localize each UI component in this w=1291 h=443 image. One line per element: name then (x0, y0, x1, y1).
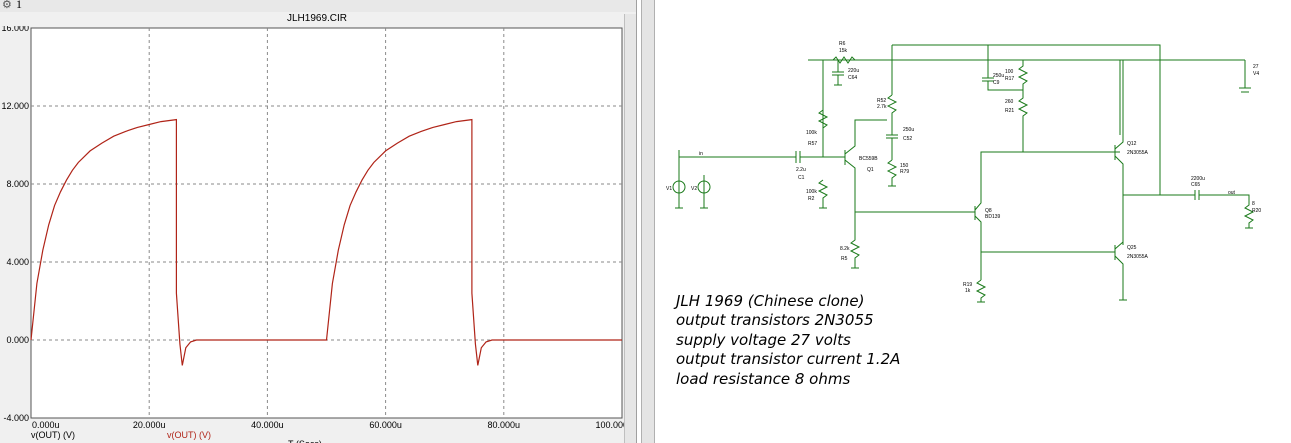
label-r6-value: 15k (839, 48, 848, 54)
label-c9-ref: C9 (993, 80, 1000, 86)
q25 (1114, 195, 1127, 301)
label-r57-value: 100k (806, 130, 817, 136)
label-r52-value: 2.7k (877, 104, 887, 110)
plot-title-bar: JLH1969.CIR (0, 12, 634, 26)
x-axis-label: T (Secs) (288, 439, 322, 443)
x-tick-label: 0.000u (32, 420, 60, 430)
y-tick-label: 0.000 (6, 335, 29, 345)
note-line: load resistance 8 ohms (676, 369, 851, 388)
note-line: output transistors 2N3055 (676, 311, 874, 330)
x-tick-label: 100.000u (595, 420, 624, 430)
transient-plot[interactable]: 16.000 12.000 8.000 4.000 0.000 -4.000 0.000u… (0, 26, 624, 443)
pane-divider[interactable] (641, 0, 655, 443)
window-titlebar: ⚙ 1 (0, 0, 636, 12)
label-c1-value: 2.2u (796, 167, 806, 173)
r5 (849, 211, 975, 269)
label-r21-value: 260 (1005, 99, 1014, 105)
label-v4-value: 27 (1253, 64, 1259, 70)
r52-c52 (886, 45, 898, 187)
label-c52-ref: C52 (903, 136, 912, 142)
label-q25-ref: Q25 (1127, 245, 1137, 251)
label-r2-value: 100k (806, 189, 817, 195)
node-label-out: out (1228, 190, 1236, 196)
label-c64-value: 220u (848, 68, 859, 74)
label-c65-ref: C65 (1191, 182, 1200, 188)
label-c1-ref: C1 (798, 175, 805, 181)
node-label-in: in (699, 151, 703, 157)
x-tick-label: 80.000u (488, 420, 521, 430)
plot-window: ⚙ 1 JLH1969.CIR 16.000 12.000 8.000 4.000 0.… (0, 0, 637, 443)
r19 (975, 251, 1115, 303)
label-q25-value: 2N3055A (1127, 254, 1149, 260)
circuit-notes: JLH 1969 (Chinese clone) output transisto… (676, 292, 900, 389)
circuit-schematic: R615k220uC64100kR57100kR28.2kR52.2uC1BC5… (666, 41, 1261, 303)
x-tick-label: 20.000u (133, 420, 166, 430)
window-number: 1 (16, 0, 22, 11)
y-tick-label: -4.000 (3, 413, 29, 423)
label-r17-value: 100 (1005, 69, 1014, 75)
label-q8-value: BD139 (985, 214, 1001, 220)
q1 (844, 119, 887, 212)
label-q1-value: BC559B (859, 156, 878, 162)
supply-v4 (1239, 60, 1251, 93)
label-r2-ref: R2 (808, 196, 815, 202)
label-c52-value: 250u (903, 127, 914, 133)
note-line: JLH 1969 (Chinese clone) (676, 292, 865, 310)
y-tick-label: 8.000 (6, 179, 29, 189)
note-line: supply voltage 27 volts (676, 330, 851, 349)
plot-area (30, 27, 623, 419)
label-r20-value: 8 (1252, 201, 1255, 207)
label-c64-ref: C64 (848, 75, 857, 81)
y-tick-label: 12.000 (1, 101, 29, 111)
label-r5-value: 8.2k (840, 246, 850, 252)
trace-label-center: v(OUT) (V) (167, 430, 211, 440)
label-r17-ref: R17 (1005, 76, 1014, 82)
label-q12-ref: Q12 (1127, 141, 1137, 147)
label-q12-value: 2N3055A (1127, 150, 1149, 156)
y-tick-label: 16.000 (1, 26, 29, 33)
label-c9-value: 250u (993, 73, 1004, 79)
label-r20-ref: R20 (1252, 208, 1261, 214)
y-tick-label: 4.000 (6, 257, 29, 267)
sources (675, 157, 708, 209)
label-r5-ref: R5 (841, 256, 848, 262)
trace-label-left: v(OUT) (V) (31, 430, 75, 440)
input-wire (678, 150, 845, 163)
label-r19-value: 1k (965, 288, 971, 294)
label-r79-ref: R79 (900, 169, 909, 175)
note-line: output transistor current 1.2A (676, 350, 901, 369)
bias-chain (817, 60, 829, 209)
label-r6-ref: R6 (839, 41, 846, 47)
label-q1-ref: Q1 (867, 167, 874, 173)
label-r57-ref: R57 (808, 141, 817, 147)
label-r21-ref: R21 (1005, 108, 1014, 114)
x-tick-label: 60.000u (369, 420, 402, 430)
c64-wire (832, 60, 844, 86)
plot-title: JLH1969.CIR (286, 13, 348, 24)
gear-icon[interactable]: ⚙ (2, 0, 12, 11)
label-v2-ref: V2 (691, 186, 697, 192)
vertical-scrollbar[interactable] (624, 14, 636, 443)
x-tick-label: 40.000u (251, 420, 284, 430)
label-v4-ref: V4 (1253, 71, 1259, 77)
label-v1-ref: V1 (666, 186, 672, 192)
